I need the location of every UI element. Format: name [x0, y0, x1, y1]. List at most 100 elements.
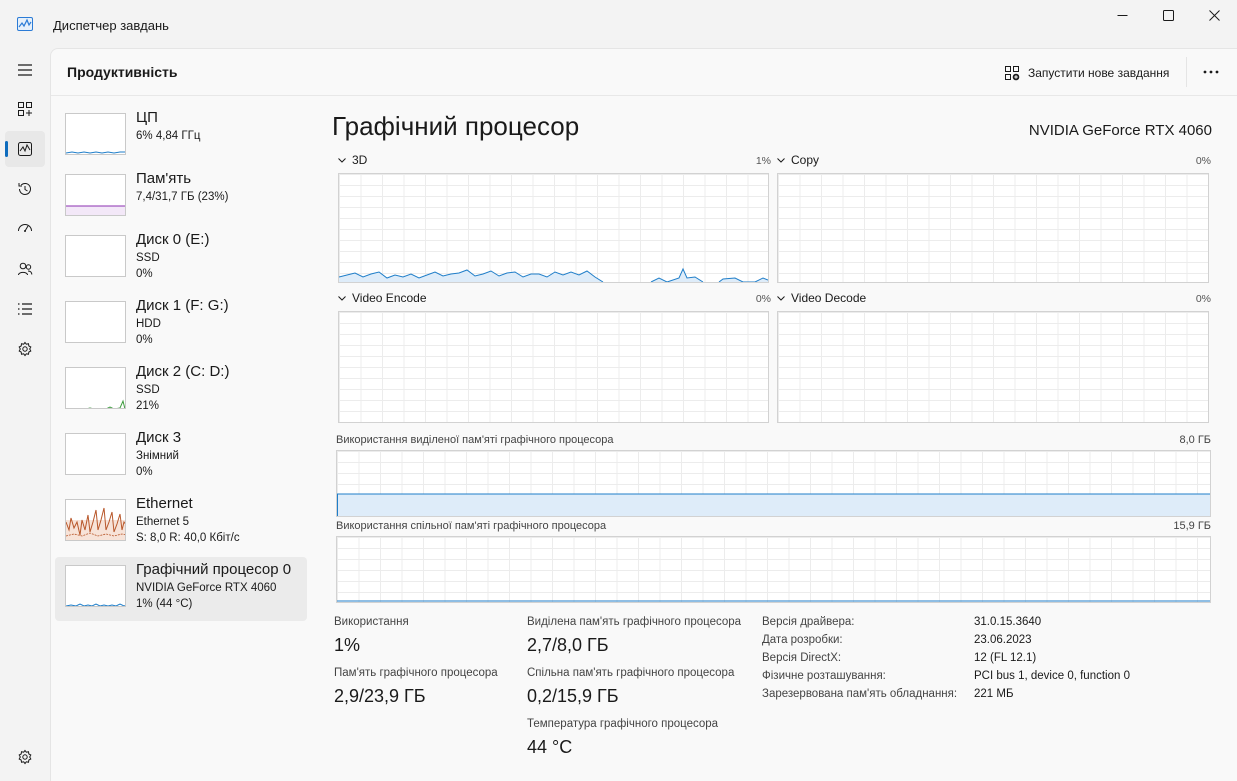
- gpu-title: Графічний процесор: [332, 111, 580, 141]
- nav-performance[interactable]: [5, 131, 45, 167]
- device-disk-3[interactable]: Диск 3 Знімний 0%: [55, 425, 307, 489]
- physical-location-value: PCI bus 1, device 0, function 0: [974, 670, 1130, 682]
- physical-location-key: Фізичне розташування:: [762, 670, 886, 682]
- performance-icon: [18, 142, 32, 156]
- minimize-icon: [1117, 14, 1127, 16]
- device-name: Графічний процесор 0: [136, 561, 292, 578]
- close-button[interactable]: [1191, 0, 1237, 30]
- close-icon: [1208, 9, 1220, 21]
- device-thumbnail-disk-0: [65, 235, 126, 277]
- device-name: Диск 3: [136, 429, 182, 446]
- device-disk-2[interactable]: Диск 2 (C: D:) SSD 21%: [55, 359, 307, 423]
- engine-label: 3D: [352, 153, 368, 167]
- device-detail: SSD: [136, 252, 160, 264]
- gpu-memory-label: Пам'ять графічного процесора: [334, 667, 498, 679]
- graph-3d: [338, 173, 769, 283]
- directx-version-value: 12 (FL 12.1): [974, 652, 1037, 664]
- device-detail: SSD: [136, 384, 160, 396]
- reserved-memory-value: 221 МБ: [974, 688, 1014, 700]
- device-detail: HDD: [136, 318, 161, 330]
- device-usage: 0%: [136, 268, 153, 280]
- device-detail: 6% 4,84 ГГц: [136, 130, 201, 142]
- engine-percent: 0%: [1195, 155, 1211, 167]
- driver-version-value: 31.0.15.3640: [974, 616, 1042, 628]
- device-thumbnail-memory: [65, 174, 126, 216]
- device-detail: Знімний: [136, 450, 179, 462]
- side-navigation: [0, 48, 50, 781]
- nav-processes[interactable]: [5, 91, 45, 127]
- engine-selector-video-encode[interactable]: Video Encode: [338, 291, 427, 305]
- driver-version-key: Версія драйвера:: [762, 616, 855, 628]
- run-new-task-button[interactable]: Запустити нове завдання: [1004, 62, 1169, 84]
- device-cpu[interactable]: ЦП 6% 4,84 ГГц: [55, 105, 307, 169]
- maximize-icon: [1162, 9, 1174, 21]
- shared-memory-label: Використання спільної пам'яті графічного…: [336, 520, 607, 532]
- driver-date-value: 23.06.2023: [974, 634, 1032, 646]
- dedicated-stat-label: Виділена пам'ять графічного процесора: [527, 616, 742, 628]
- nav-details[interactable]: [5, 291, 45, 327]
- maximize-button[interactable]: [1145, 0, 1191, 30]
- history-icon: [18, 182, 31, 195]
- settings-icon: [18, 749, 32, 765]
- nav-settings[interactable]: [5, 739, 45, 775]
- device-thumbnail-gpu-0: [65, 565, 126, 607]
- device-usage: 21%: [136, 400, 160, 412]
- engine-percent: 1%: [755, 155, 771, 167]
- device-disk-0[interactable]: Диск 0 (E:) SSD 0%: [55, 227, 307, 291]
- run-new-task-label: Запустити нове завдання: [1028, 66, 1170, 80]
- device-name: Диск 0 (E:): [136, 231, 210, 248]
- engine-percent: 0%: [1195, 293, 1211, 305]
- chevron-down-icon: [338, 295, 346, 301]
- engine-selector-3d[interactable]: 3D: [338, 153, 367, 167]
- chevron-down-icon: [777, 157, 785, 163]
- gpu-model-name: NVIDIA GeForce RTX 4060: [1028, 122, 1212, 139]
- graph-video-encode: [338, 311, 769, 423]
- device-thumbnail-ethernet: [65, 499, 126, 541]
- nav-startup[interactable]: [5, 211, 45, 247]
- nav-services[interactable]: [5, 331, 45, 367]
- device-detail: Ethernet 5: [136, 516, 190, 528]
- engine-selector-copy[interactable]: Copy: [777, 153, 819, 167]
- device-thumbnail-disk-1: [65, 301, 126, 343]
- graph-shared-memory: [336, 536, 1211, 603]
- more-options-button[interactable]: [1197, 59, 1225, 85]
- device-gpu-0[interactable]: Графічний процесор 0 NVIDIA GeForce RTX …: [55, 557, 307, 621]
- chevron-down-icon: [777, 295, 785, 301]
- device-disk-1[interactable]: Диск 1 (F: G:) HDD 0%: [55, 293, 307, 357]
- nav-app-history[interactable]: [5, 171, 45, 207]
- nav-menu-button[interactable]: [5, 52, 45, 88]
- nav-users[interactable]: [5, 251, 45, 287]
- services-icon: [18, 341, 32, 357]
- device-thumbnail-cpu: [65, 113, 126, 155]
- device-usage: 0%: [136, 466, 153, 478]
- device-usage: 0%: [136, 334, 153, 346]
- task-manager-app-icon: [17, 17, 33, 31]
- utilization-label: Використання: [334, 616, 409, 628]
- device-detail: 7,4/31,7 ГБ (23%): [136, 191, 229, 203]
- dedicated-memory-label: Використання виділеної пам'яті графічног…: [336, 434, 614, 446]
- new-task-icon: [1005, 66, 1020, 81]
- details-icon: [18, 303, 32, 315]
- header-separator: [1186, 57, 1187, 87]
- engine-selector-video-decode[interactable]: Video Decode: [777, 291, 866, 305]
- graph-dedicated-memory: [336, 450, 1211, 517]
- processes-icon: [18, 102, 32, 116]
- engine-label: Video Decode: [791, 291, 867, 305]
- engine-label: Video Encode: [352, 291, 427, 305]
- device-ethernet[interactable]: Ethernet Ethernet 5 S: 8,0 R: 40,0 Кбіт/…: [55, 491, 307, 555]
- device-name: Ethernet: [136, 495, 193, 512]
- shared-memory-max: 15,9 ГБ: [1173, 520, 1211, 532]
- ellipsis-icon: [1203, 70, 1219, 74]
- gpu-memory-value: 2,9/23,9 ГБ: [334, 686, 426, 706]
- device-name: ЦП: [136, 109, 158, 126]
- dedicated-memory-max: 8,0 ГБ: [1179, 434, 1211, 446]
- shared-stat-value: 0,2/15,9 ГБ: [527, 686, 619, 706]
- temperature-label: Температура графічного процесора: [527, 718, 719, 730]
- device-memory[interactable]: Пам'ять 7,4/31,7 ГБ (23%): [55, 166, 307, 230]
- title-bar: Диспетчер завдань: [0, 0, 1237, 48]
- minimize-button[interactable]: [1099, 0, 1145, 30]
- device-name: Диск 2 (C: D:): [136, 363, 230, 380]
- device-detail: NVIDIA GeForce RTX 4060: [136, 582, 277, 594]
- reserved-memory-key: Зарезервована пам'ять обладнання:: [762, 688, 958, 700]
- window-title: Диспетчер завдань: [53, 18, 169, 33]
